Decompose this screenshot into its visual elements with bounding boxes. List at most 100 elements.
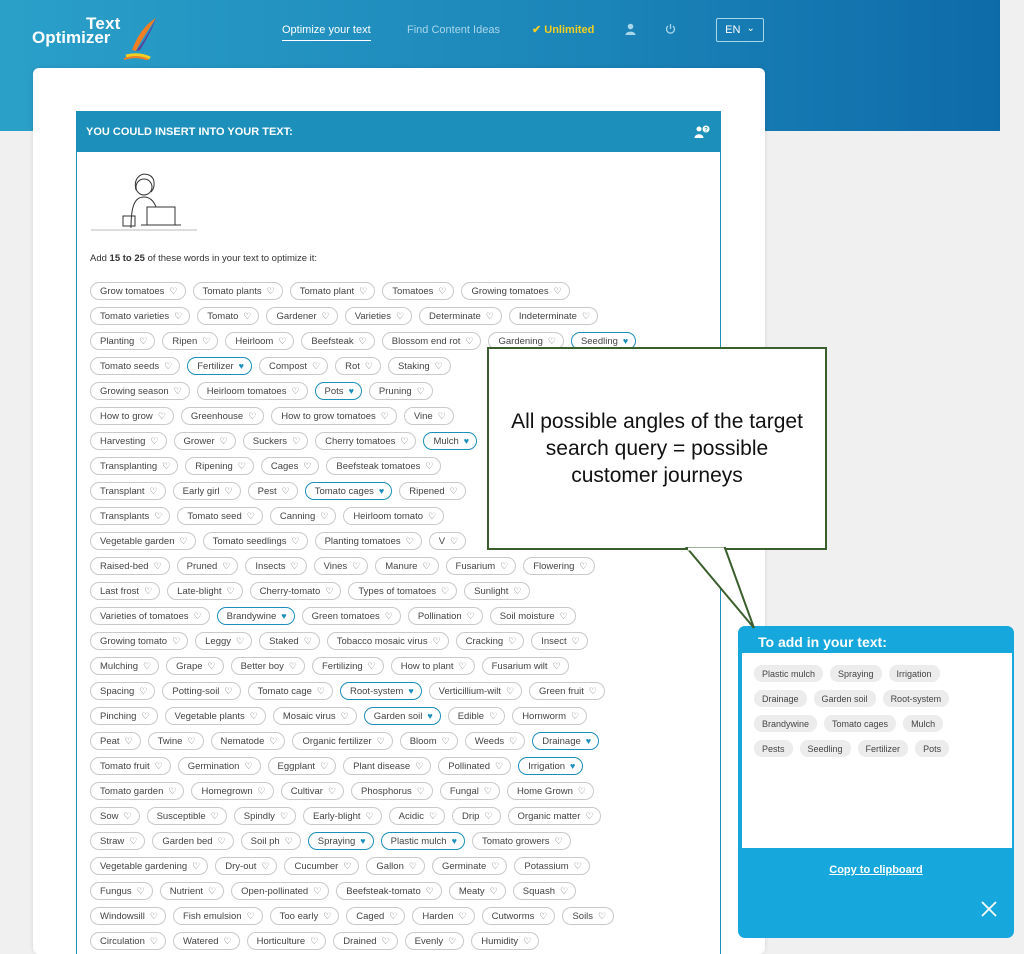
heart-icon[interactable]: ♡ [491,861,499,871]
heart-icon[interactable]: ♡ [174,386,182,396]
keyword-chip[interactable]: Heirloom tomatoes ♡ [196,382,308,400]
heart-icon[interactable]: ♡ [513,586,521,596]
heart-icon[interactable]: ♡ [325,586,333,596]
keyword-chip[interactable]: Grow tomatoes ♡ [90,282,186,300]
keyword-chip[interactable]: Windowsill ♡ [90,907,166,925]
keyword-chip[interactable]: Vegetable plants ♡ [164,707,266,725]
keyword-chip[interactable]: Hornworm ♡ [512,707,588,725]
keyword-chip[interactable]: Green tomatoes ♡ [301,607,401,625]
keyword-chip[interactable]: Cracking ♡ [455,632,525,650]
keyword-chip[interactable]: Fish emulsion ♡ [172,907,263,925]
heart-icon[interactable]: ♡ [267,286,275,296]
heart-icon[interactable]: ♡ [317,686,325,696]
heart-icon[interactable]: ♡ [168,786,176,796]
keyword-chip[interactable]: Grower ♡ [173,432,236,450]
heart-icon[interactable]: ♡ [484,811,492,821]
heart-icon[interactable]: ♡ [352,561,360,571]
heart-icon[interactable]: ♡ [143,661,151,671]
heart-icon[interactable]: ♡ [313,886,321,896]
heart-icon[interactable]: ♡ [282,486,290,496]
keyword-chip[interactable]: Tomatoes ♡ [382,282,455,300]
heart-icon[interactable]: ♡ [154,511,162,521]
keyword-chip[interactable]: Horticulture ♡ [246,932,327,950]
keyword-chip[interactable]: Potassium ♡ [514,857,590,875]
keyword-chip[interactable]: Insect ♡ [531,632,588,650]
keyword-chip[interactable]: Cultivar ♡ [280,782,345,800]
keyword-chip[interactable]: Soils ♡ [562,907,615,925]
keyword-chip[interactable]: Mulching ♡ [90,657,160,675]
keyword-chip[interactable]: Grape ♡ [166,657,224,675]
keyword-chip[interactable]: Brandywine ♥ [216,607,295,625]
heart-icon[interactable]: ♡ [291,561,299,571]
heart-icon[interactable]: ♡ [582,311,590,321]
selected-keyword-chip[interactable]: Fertilizer [857,740,909,757]
heart-icon[interactable]: ♥ [360,836,365,846]
heart-icon[interactable]: ♡ [144,586,152,596]
heart-icon[interactable]: ♡ [343,861,351,871]
heart-icon[interactable]: ♡ [224,686,232,696]
keyword-chip[interactable]: Watered ♡ [172,932,240,950]
heart-icon[interactable]: ♡ [396,311,404,321]
heart-icon[interactable]: ♡ [225,486,233,496]
heart-icon[interactable]: ♡ [139,686,147,696]
heart-icon[interactable]: ♡ [208,661,216,671]
keyword-chip[interactable]: Leggy ♡ [195,632,253,650]
heart-icon[interactable]: ♡ [247,911,255,921]
keyword-chip[interactable]: Indeterminate ♡ [508,307,599,325]
keyword-chip[interactable]: Fusarium ♡ [445,557,517,575]
keyword-chip[interactable]: Tomato seed ♡ [177,507,263,525]
keyword-chip[interactable]: Weeds ♡ [464,732,526,750]
heart-icon[interactable]: ♡ [220,436,228,446]
heart-icon[interactable]: ♡ [248,411,256,421]
keyword-chip[interactable]: Soil moisture ♡ [489,607,576,625]
keyword-chip[interactable]: Vegetable gardening ♡ [90,857,209,875]
heart-icon[interactable]: ♡ [304,636,312,646]
keyword-chip[interactable]: Home Grown ♡ [506,782,594,800]
heart-icon[interactable]: ♡ [500,561,508,571]
keyword-chip[interactable]: Straw ♡ [90,832,146,850]
keyword-chip[interactable]: Cherry-tomato ♡ [249,582,342,600]
heart-icon[interactable]: ♡ [158,411,166,421]
keyword-chip[interactable]: Plant disease ♡ [343,757,432,775]
heart-icon[interactable]: ♡ [484,786,492,796]
heart-icon[interactable]: ♡ [194,611,202,621]
heart-icon[interactable]: ♥ [239,361,244,371]
heart-icon[interactable]: ♡ [359,286,367,296]
keyword-chip[interactable]: Varieties of tomatoes ♡ [90,607,210,625]
keyword-chip[interactable]: Pollinated ♡ [438,757,512,775]
heart-icon[interactable]: ♡ [261,861,269,871]
heart-icon[interactable]: ♡ [187,736,195,746]
heart-icon[interactable]: ♡ [450,536,458,546]
heart-icon[interactable]: ♡ [495,761,503,771]
keyword-chip[interactable]: Germinate ♡ [431,857,508,875]
heart-icon[interactable]: ♡ [448,936,456,946]
keyword-chip[interactable]: Ripening ♡ [185,457,254,475]
keyword-chip[interactable]: Squash ♡ [512,882,577,900]
heart-icon[interactable]: ♡ [174,311,182,321]
heart-icon[interactable]: ♡ [377,736,385,746]
keyword-chip[interactable]: Organic fertilizer ♡ [292,732,393,750]
heart-icon[interactable]: ♡ [509,736,517,746]
keyword-chip[interactable]: Root-system ♥ [339,682,422,700]
keyword-chip[interactable]: Rot ♡ [335,357,381,375]
keyword-chip[interactable]: Nematode ♡ [210,732,286,750]
keyword-chip[interactable]: Tomato cages ♥ [304,482,393,500]
heart-icon[interactable]: ♡ [574,861,582,871]
heart-icon[interactable]: ♡ [459,661,467,671]
keyword-chip[interactable]: Acidic ♡ [388,807,446,825]
keyword-chip[interactable]: Garden bed ♡ [152,832,234,850]
keyword-chip[interactable]: Vegetable garden ♡ [90,532,196,550]
keyword-chip[interactable]: Tomato plant ♡ [289,282,376,300]
keyword-chip[interactable]: Compost ♡ [259,357,329,375]
heart-icon[interactable]: ♡ [490,886,498,896]
keyword-chip[interactable]: Early girl ♡ [172,482,241,500]
heart-icon[interactable]: ♡ [553,661,561,671]
heart-icon[interactable]: ♡ [150,436,158,446]
heart-icon[interactable]: ♡ [238,461,246,471]
heart-icon[interactable]: ♡ [417,386,425,396]
keyword-chip[interactable]: Spraying ♥ [307,832,374,850]
heart-icon[interactable]: ♡ [123,811,131,821]
keyword-chip[interactable]: Tomato varieties ♡ [90,307,191,325]
keyword-chip[interactable]: Ripen ♡ [162,332,219,350]
keyword-chip[interactable]: Circulation ♡ [90,932,166,950]
